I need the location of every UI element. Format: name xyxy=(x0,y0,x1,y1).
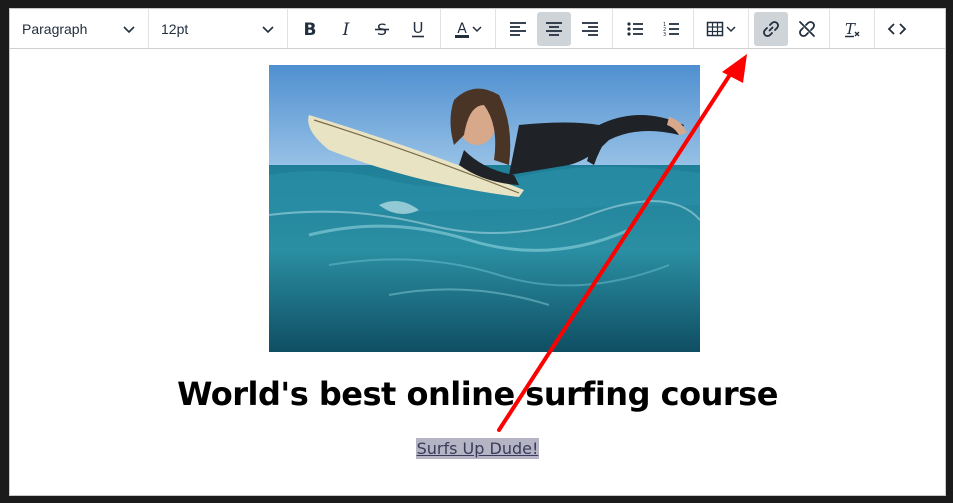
block-format-group: Paragraph xyxy=(10,9,149,48)
alignment-group xyxy=(496,9,613,48)
strikethrough-icon: S xyxy=(375,20,389,39)
table-icon xyxy=(706,21,736,36)
source-code-button[interactable] xyxy=(880,12,914,46)
align-left-button[interactable] xyxy=(501,12,535,46)
link-paragraph: Surfs Up Dude! xyxy=(10,438,945,459)
svg-text:A: A xyxy=(457,21,467,37)
bullet-list-button[interactable] xyxy=(618,12,652,46)
selected-link[interactable]: Surfs Up Dude! xyxy=(415,438,540,459)
font-size-select[interactable]: 12pt xyxy=(153,14,283,44)
table-group xyxy=(694,9,749,48)
unlink-icon xyxy=(799,20,815,37)
rich-text-editor: Paragraph 12pt B I S U A 1 2 3 T World's… xyxy=(9,8,946,496)
svg-text:3: 3 xyxy=(663,32,666,38)
page-heading: World's best online surfing course xyxy=(177,375,778,413)
source-code-group xyxy=(875,9,919,48)
font-size-group: 12pt xyxy=(149,9,288,48)
svg-text:T: T xyxy=(845,20,856,38)
editor-content[interactable]: World's best online surfing course Surfs… xyxy=(10,49,945,495)
text-color-button[interactable]: A xyxy=(446,12,490,46)
svg-text:U: U xyxy=(413,19,424,37)
link-icon xyxy=(763,20,779,37)
link-group xyxy=(749,9,830,48)
align-center-icon xyxy=(546,21,562,36)
list-group: 123 xyxy=(613,9,694,48)
chevron-down-icon xyxy=(262,25,274,33)
align-left-icon xyxy=(510,21,526,36)
surfer-photo-illustration xyxy=(269,65,700,352)
text-color-group: A xyxy=(441,9,496,48)
clear-format-icon: T xyxy=(845,20,860,38)
text-color-icon: A xyxy=(455,21,482,38)
block-format-value: Paragraph xyxy=(22,20,88,37)
surfer-image[interactable] xyxy=(269,65,700,352)
bold-icon: B xyxy=(304,20,317,39)
block-format-select[interactable]: Paragraph xyxy=(14,14,144,44)
italic-icon: I xyxy=(342,20,350,39)
numbered-list-button[interactable]: 123 xyxy=(654,12,688,46)
align-right-icon xyxy=(582,21,598,36)
text-style-group: B I S U xyxy=(288,9,441,48)
svg-text:I: I xyxy=(342,20,350,39)
underline-icon: U xyxy=(412,19,424,37)
unlink-button[interactable] xyxy=(790,12,824,46)
underline-button[interactable]: U xyxy=(401,12,435,46)
bold-button[interactable]: B xyxy=(293,12,327,46)
bullet-list-icon xyxy=(627,21,643,36)
insert-link-button[interactable] xyxy=(754,11,788,46)
font-size-value: 12pt xyxy=(161,20,189,37)
strikethrough-button[interactable]: S xyxy=(365,12,399,46)
italic-button[interactable]: I xyxy=(329,12,363,46)
source-code-icon xyxy=(887,22,907,35)
editor-toolbar: Paragraph 12pt B I S U A 1 2 3 T xyxy=(10,9,945,49)
align-right-button[interactable] xyxy=(573,12,607,46)
svg-text:B: B xyxy=(304,20,317,39)
table-button[interactable] xyxy=(699,12,743,46)
align-center-button[interactable] xyxy=(537,11,571,46)
clear-format-group: T xyxy=(830,9,875,48)
numbered-list-icon: 123 xyxy=(663,22,679,38)
clear-format-button[interactable]: T xyxy=(835,12,869,46)
chevron-down-icon xyxy=(123,25,135,33)
